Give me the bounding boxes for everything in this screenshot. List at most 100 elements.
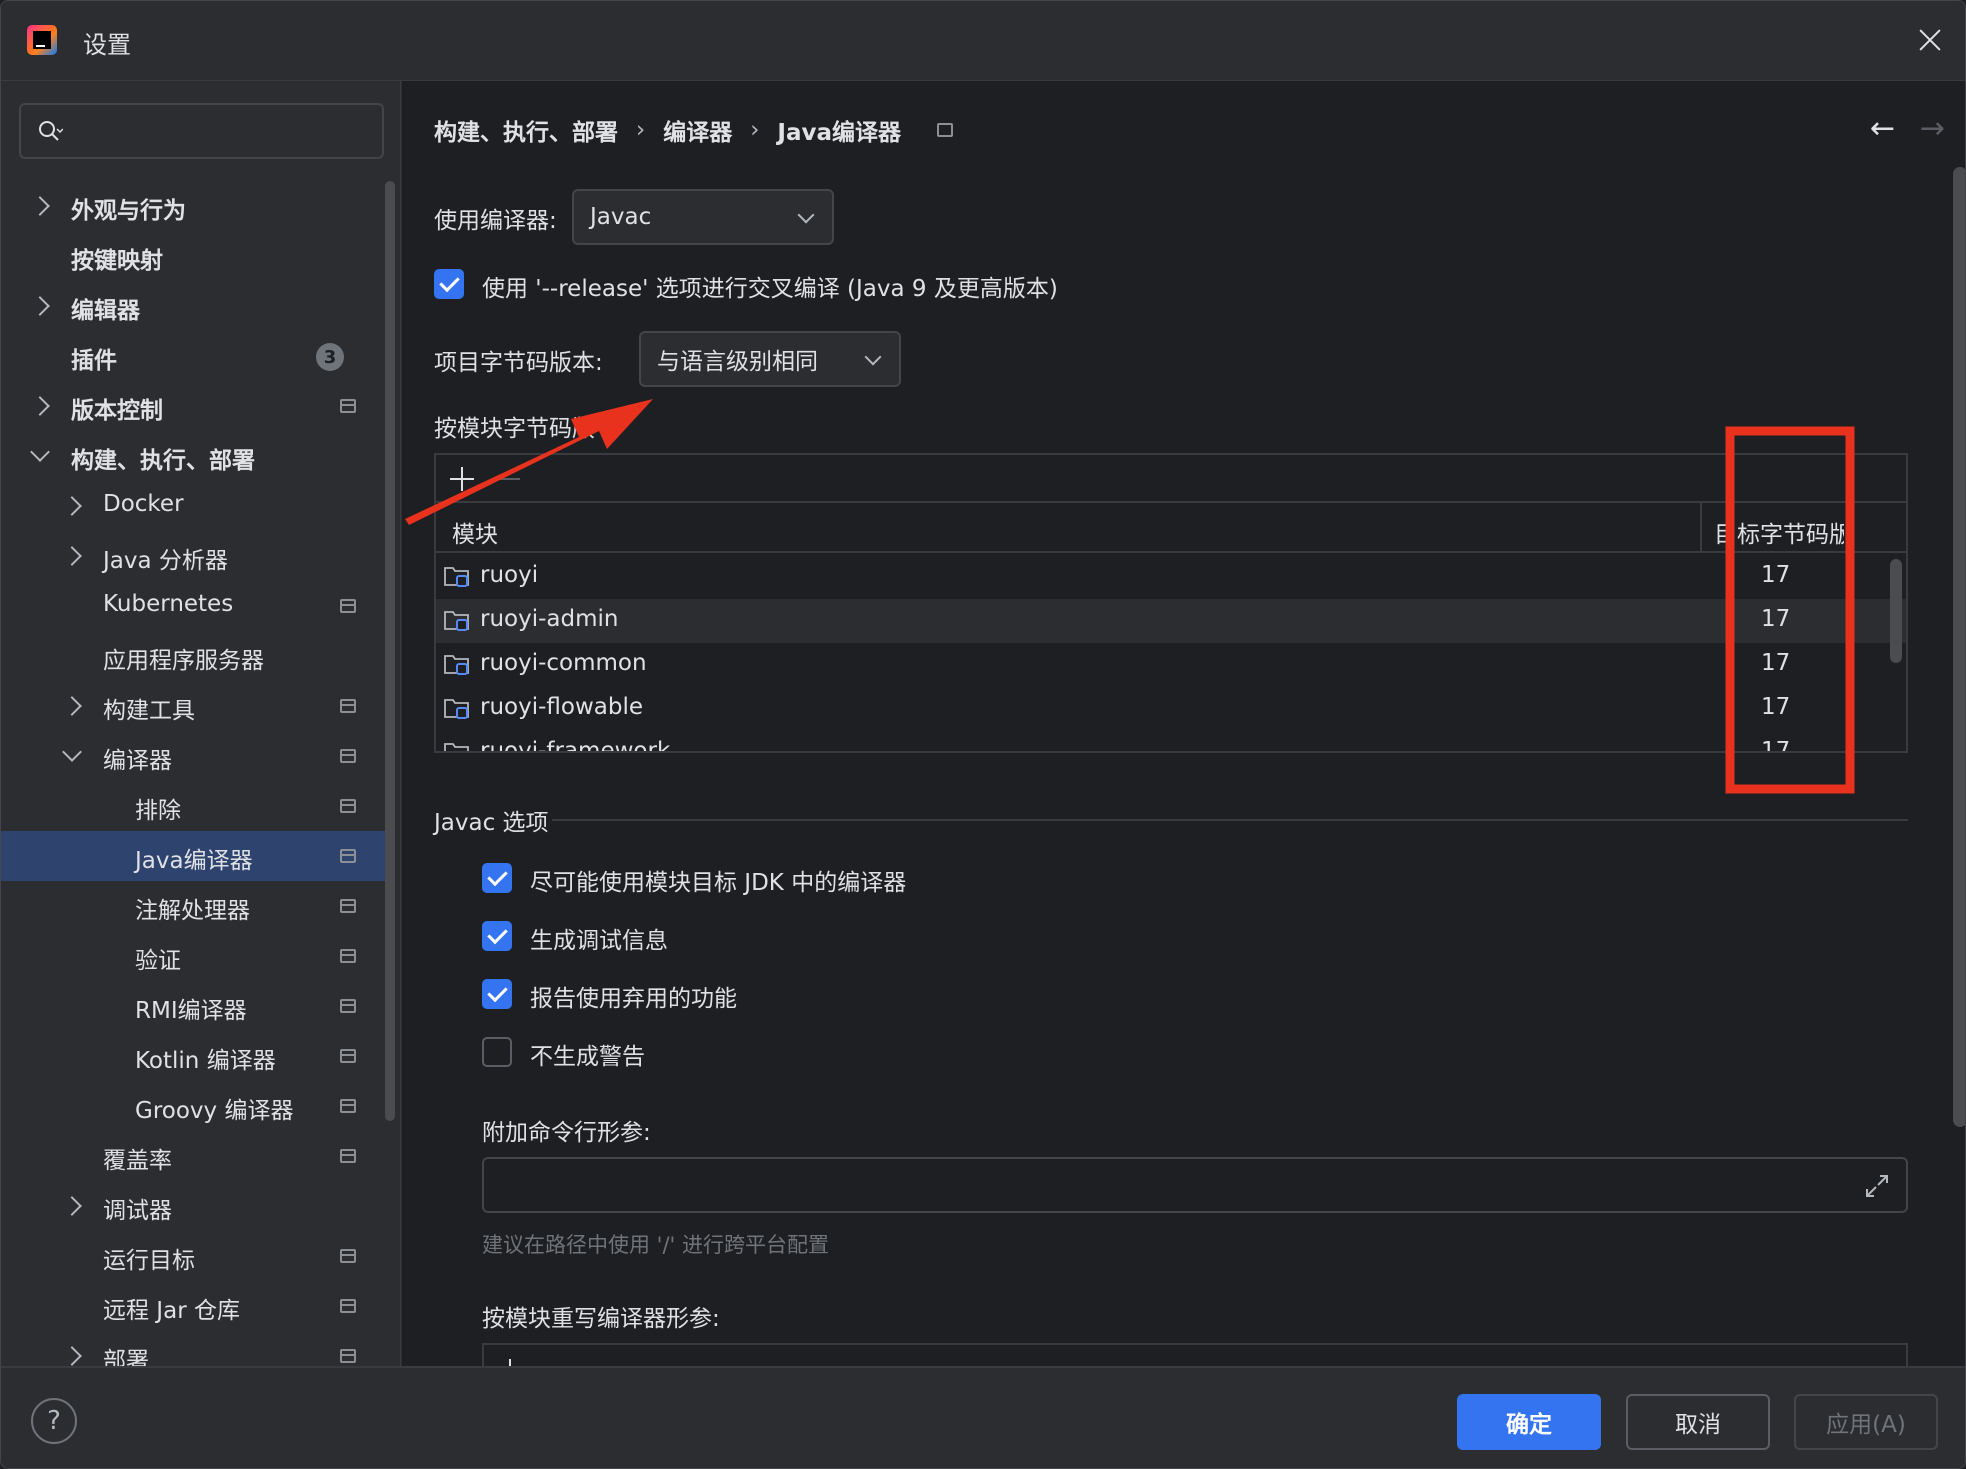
sidebar-item[interactable]: 按键映射: [1, 231, 386, 281]
javac-option-label: 报告使用弃用的功能: [530, 986, 737, 1012]
sidebar-item[interactable]: Java编译器: [1, 831, 386, 881]
sidebar-item[interactable]: Kotlin 编译器: [1, 1031, 386, 1081]
table-scrollbar[interactable]: [1890, 559, 1902, 663]
sidebar-item[interactable]: 编译器: [1, 731, 386, 781]
sidebar-item[interactable]: 排除: [1, 781, 386, 831]
apply-button[interactable]: 应用(A): [1794, 1394, 1938, 1450]
sidebar-item[interactable]: Docker: [1, 481, 386, 531]
sidebar-item[interactable]: 验证: [1, 931, 386, 981]
search-icon: [39, 121, 63, 141]
sidebar-item[interactable]: 插件 3: [1, 331, 386, 381]
sidebar-item[interactable]: 编辑器: [1, 281, 386, 331]
chevron-right-icon[interactable]: [30, 296, 50, 316]
expand-icon[interactable]: [1862, 1171, 1892, 1201]
chevron-right-icon[interactable]: [62, 496, 82, 516]
sidebar-item[interactable]: Java 分析器: [1, 531, 386, 581]
chevron-right-icon[interactable]: [62, 696, 82, 716]
chevron-right-icon[interactable]: [30, 396, 50, 416]
close-icon[interactable]: [1913, 23, 1947, 57]
sidebar-item[interactable]: Groovy 编译器: [1, 1081, 386, 1131]
sidebar-scrollbar[interactable]: [385, 181, 395, 1121]
javac-option-checkbox[interactable]: [482, 863, 512, 893]
back-arrow-icon[interactable]: ←: [1870, 111, 1895, 146]
sidebar-item[interactable]: 调试器: [1, 1181, 386, 1231]
bytecode-version-label: 项目字节码版本:: [434, 350, 603, 376]
project-level-icon: [340, 1149, 356, 1163]
sidebar-item[interactable]: 外观与行为: [1, 181, 386, 231]
dialog-footer: ? 确定 取消 应用(A): [1, 1366, 1965, 1468]
compiler-select-value: Javac: [590, 204, 652, 230]
target-bytecode-value[interactable]: 17: [1761, 562, 1790, 588]
settings-sidebar: 外观与行为 按键映射 编辑器 插件 3 版本控制 构建、执行、部署 Docker Java 分析…: [1, 81, 401, 1366]
dialog-title: 设置: [83, 31, 131, 59]
chevron-down-icon[interactable]: [30, 442, 50, 462]
release-checkbox[interactable]: [434, 269, 464, 299]
project-level-icon: [340, 1299, 356, 1313]
chevron-right-icon[interactable]: [62, 546, 82, 566]
settings-search[interactable]: [19, 103, 384, 159]
sidebar-item[interactable]: 注解处理器: [1, 881, 386, 931]
table-row[interactable]: ruoyi-framework 17: [436, 731, 1906, 751]
project-level-icon: [340, 899, 356, 913]
column-header-target-bytecode[interactable]: 目标字节码版本: [1714, 515, 1844, 549]
project-level-icon: [340, 999, 356, 1013]
bytecode-version-select[interactable]: 与语言级别相同: [639, 331, 901, 387]
search-input[interactable]: [81, 113, 371, 151]
javac-option-checkbox[interactable]: [482, 1037, 512, 1067]
module-folder-icon: [444, 567, 469, 587]
sidebar-item[interactable]: 部署: [1, 1331, 386, 1366]
remove-icon[interactable]: [496, 467, 520, 491]
table-row[interactable]: ruoyi-flowable 17: [436, 687, 1906, 731]
content-scrollbar[interactable]: [1953, 167, 1965, 1127]
intellij-logo-icon: [27, 25, 57, 55]
sidebar-item-label: 调试器: [103, 1198, 172, 1224]
settings-tree: 外观与行为 按键映射 编辑器 插件 3 版本控制 构建、执行、部署 Docker Java 分析…: [1, 181, 386, 1366]
forward-arrow-icon[interactable]: →: [1920, 111, 1945, 146]
sidebar-item-label: Java 分析器: [103, 548, 228, 574]
chevron-right-icon[interactable]: [62, 1196, 82, 1216]
breadcrumb-item: Java编译器: [777, 120, 901, 146]
cancel-button[interactable]: 取消: [1626, 1394, 1770, 1450]
target-bytecode-value[interactable]: 17: [1761, 694, 1790, 720]
cmd-params-hint: 建议在路径中使用 '/' 进行跨平台配置: [482, 1233, 829, 1257]
table-body: ruoyi 17 ruoyi-admin 17 ruoyi-common 17 ruoyi-…: [436, 555, 1906, 751]
table-row[interactable]: ruoyi 17: [436, 555, 1906, 599]
sidebar-item[interactable]: RMI编译器: [1, 981, 386, 1031]
cmd-params-input[interactable]: [482, 1157, 1908, 1213]
sidebar-item-label: 排除: [135, 798, 181, 824]
table-row[interactable]: ruoyi-common 17: [436, 643, 1906, 687]
sidebar-item[interactable]: 应用程序服务器: [1, 631, 386, 681]
sidebar-item[interactable]: 构建工具: [1, 681, 386, 731]
sidebar-item[interactable]: Kubernetes: [1, 581, 386, 631]
javac-option-label: 生成调试信息: [530, 928, 668, 954]
chevron-right-icon[interactable]: [30, 196, 50, 216]
sidebar-item-label: Docker: [103, 491, 184, 517]
javac-option-checkbox[interactable]: [482, 979, 512, 1009]
add-icon[interactable]: [498, 1359, 522, 1366]
project-level-icon: [340, 699, 356, 713]
ok-button[interactable]: 确定: [1457, 1394, 1601, 1450]
javac-option-checkbox[interactable]: [482, 921, 512, 951]
target-bytecode-value[interactable]: 17: [1761, 738, 1790, 751]
remove-icon[interactable]: [544, 1359, 568, 1366]
sidebar-item[interactable]: 版本控制: [1, 381, 386, 431]
sidebar-item[interactable]: 远程 Jar 仓库: [1, 1281, 386, 1331]
target-bytecode-value[interactable]: 17: [1761, 606, 1790, 632]
chevron-down-icon[interactable]: [62, 742, 82, 762]
column-header-module[interactable]: 模块: [452, 515, 498, 549]
target-bytecode-value[interactable]: 17: [1761, 650, 1790, 676]
column-divider[interactable]: [1700, 503, 1702, 553]
sidebar-item[interactable]: 覆盖率: [1, 1131, 386, 1181]
add-icon[interactable]: [450, 467, 474, 491]
sidebar-item[interactable]: 运行目标: [1, 1231, 386, 1281]
sidebar-item-label: Java编译器: [135, 848, 253, 874]
table-row[interactable]: ruoyi-admin 17: [436, 599, 1906, 643]
chevron-right-icon[interactable]: [62, 1346, 82, 1366]
sidebar-item-label: 注解处理器: [135, 898, 250, 924]
breadcrumb-item[interactable]: 构建、执行、部署: [434, 113, 618, 147]
sidebar-item[interactable]: 构建、执行、部署: [1, 431, 386, 481]
help-button[interactable]: ?: [31, 1398, 77, 1444]
breadcrumb-item[interactable]: 编译器: [663, 113, 732, 147]
project-level-icon: [340, 1099, 356, 1113]
compiler-select[interactable]: Javac: [572, 189, 834, 245]
